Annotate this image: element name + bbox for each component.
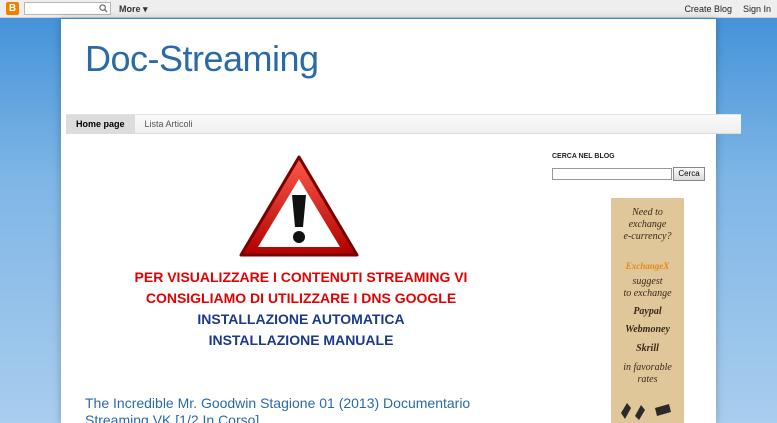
- navbar-actions: Create Blog Sign In: [684, 4, 771, 14]
- sidebar-search-heading: CERCA NEL BLOG: [552, 153, 615, 160]
- dns-notice: PER VISUALIZZARE I CONTENUTI STREAMING V…: [81, 267, 521, 351]
- ad-line: rates: [638, 374, 658, 385]
- ad-line: Skrill: [636, 343, 659, 354]
- search-button[interactable]: Cerca: [673, 167, 705, 181]
- ad-line: in favorable: [623, 362, 672, 373]
- ad-line: suggest: [633, 276, 663, 287]
- sign-in-link[interactable]: Sign In: [743, 4, 771, 14]
- caret-down-icon: ▾: [143, 4, 148, 14]
- main-content: Doc-Streaming Home page Lista Articoli P…: [61, 19, 741, 423]
- blogger-logo-icon[interactable]: B: [6, 2, 19, 15]
- blog-search-input[interactable]: [552, 168, 672, 180]
- ad-line: Paypal: [633, 306, 662, 317]
- ad-line: exchange: [629, 219, 667, 230]
- notice-line-1: PER VISUALIZZARE I CONTENUTI STREAMING V…: [134, 269, 468, 285]
- exchange-ad-banner[interactable]: Need to exchange e-currency? ExchangeX s…: [611, 198, 684, 423]
- page-tabs: Home page Lista Articoli: [66, 114, 741, 134]
- ad-line: Webmoney: [625, 324, 670, 335]
- notice-line-2: CONSIGLIAMO DI UTILIZZARE I DNS GOOGLE: [145, 290, 457, 306]
- blog-title[interactable]: Doc-Streaming: [85, 38, 319, 80]
- search-icon[interactable]: [99, 4, 108, 13]
- blogger-navbar: B More ▾ Create Blog Sign In: [0, 0, 777, 18]
- more-menu[interactable]: More ▾: [119, 4, 148, 15]
- create-blog-link[interactable]: Create Blog: [684, 4, 732, 14]
- navbar-search-input[interactable]: [24, 2, 111, 15]
- ad-line: e-currency?: [624, 231, 672, 242]
- ad-line: to exchange: [623, 288, 672, 299]
- ad-brand: ExchangeX: [625, 261, 671, 271]
- more-label: More: [119, 4, 141, 14]
- tab-home-page[interactable]: Home page: [66, 115, 135, 133]
- auto-install-link[interactable]: INSTALLAZIONE AUTOMATICA: [81, 309, 521, 330]
- tab-lista-articoli[interactable]: Lista Articoli: [135, 115, 203, 133]
- warning-triangle-icon: [239, 155, 359, 257]
- ad-line: Need to: [631, 207, 663, 218]
- manual-install-link[interactable]: INSTALLAZIONE MANUALE: [81, 330, 521, 351]
- post-title-link[interactable]: The Incredible Mr. Goodwin Stagione 01 (…: [85, 395, 485, 423]
